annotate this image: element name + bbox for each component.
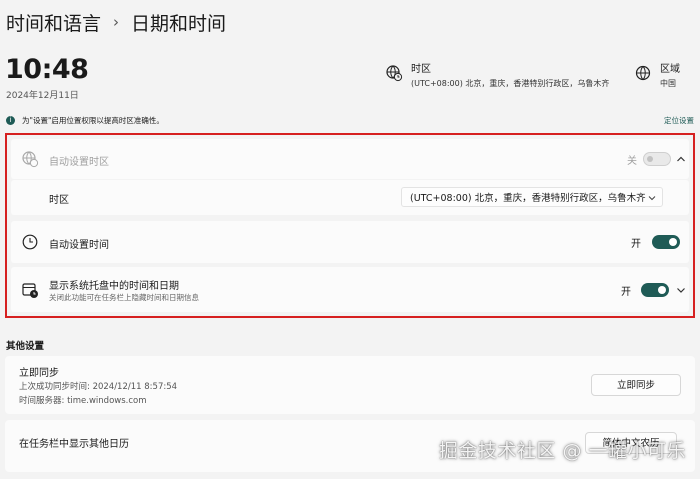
timezone-label: 时区 (411, 64, 431, 75)
auto-timezone-toggle[interactable] (643, 152, 671, 166)
tray-time-subtitle: 关闭此功能可在任务栏上隐藏时间和日期信息 (49, 293, 199, 302)
globe-icon (635, 65, 651, 81)
timezone-select-value: (UTC+08:00) 北京，重庆，香港特别行政区，乌鲁木齐 (410, 193, 646, 204)
current-time: 10:48 (5, 54, 89, 85)
globe-sync-icon (22, 151, 39, 168)
location-notice: i 为"设置"启用位置权限以提高时区准确性。 定位设置 (6, 113, 694, 127)
tray-time-title: 显示系统托盘中的时间和日期 (49, 281, 179, 292)
highlighted-settings-panel: 自动设置时区 关 时区 (UTC+08:00) 北京，重庆，香港特别行政区，乌鲁… (5, 133, 695, 318)
clock-icon (22, 234, 38, 250)
auto-time-state: 开 (631, 239, 641, 250)
region-label: 区域 (660, 64, 680, 75)
auto-time-row[interactable]: 自动设置时间 开 (11, 221, 689, 263)
other-calendar-title: 在任务栏中显示其他日历 (19, 439, 129, 450)
chevron-down-icon[interactable] (675, 284, 687, 296)
page-title: 日期和时间 (131, 12, 227, 35)
other-settings-heading: 其他设置 (6, 341, 45, 352)
location-settings-link[interactable]: 定位设置 (664, 115, 694, 126)
chevron-up-icon[interactable] (675, 153, 687, 165)
calendar-clock-icon (22, 283, 38, 298)
notice-text: 为"设置"启用位置权限以提高时区准确性。 (22, 115, 164, 125)
sync-now-button[interactable]: 立即同步 (591, 374, 681, 396)
breadcrumb: 时间和语言 › 日期和时间 (6, 8, 226, 36)
sync-title: 立即同步 (19, 368, 59, 379)
watermark: 掘金技术社区 @ 一罐小可乐 (438, 440, 686, 462)
timezone-value: (UTC+08:00) 北京，重庆，香港特别行政区，乌鲁木齐 (411, 79, 610, 88)
sync-card: 立即同步 上次成功同步时间: 2024/12/11 8:57:54 时间服务器:… (5, 356, 695, 414)
timezone-summary: 时区 (UTC+08:00) 北京，重庆，香港特别行政区，乌鲁木齐 (385, 60, 609, 89)
auto-time-title: 自动设置时间 (49, 240, 109, 251)
breadcrumb-separator: › (113, 13, 120, 31)
auto-timezone-row[interactable]: 自动设置时区 关 (11, 139, 689, 179)
tray-time-state: 开 (621, 287, 631, 298)
region-value: 中国 (660, 79, 676, 88)
info-icon: i (6, 115, 15, 125)
tray-time-row[interactable]: 显示系统托盘中的时间和日期 关闭此功能可在任务栏上隐藏时间和日期信息 开 (11, 267, 689, 312)
auto-timezone-title: 自动设置时区 (49, 157, 109, 168)
globe-clock-icon (386, 65, 403, 82)
breadcrumb-parent[interactable]: 时间和语言 (6, 9, 101, 36)
timezone-select[interactable]: (UTC+08:00) 北京，重庆，香港特别行政区，乌鲁木齐 (401, 187, 663, 207)
time-server-text: 时间服务器: time.windows.com (19, 396, 147, 406)
timezone-row-title: 时区 (49, 195, 69, 206)
tray-time-toggle[interactable] (641, 283, 669, 297)
current-date: 2024年12月11日 (6, 91, 79, 101)
auto-time-toggle[interactable] (652, 235, 680, 249)
last-sync-text: 上次成功同步时间: 2024/12/11 8:57:54 (19, 382, 178, 392)
region-summary: 区域 中国 (634, 60, 680, 89)
timezone-row: 时区 (UTC+08:00) 北京，重庆，香港特别行政区，乌鲁木齐 (11, 180, 689, 215)
chevron-down-icon (648, 196, 656, 201)
auto-timezone-state: 关 (627, 156, 637, 167)
